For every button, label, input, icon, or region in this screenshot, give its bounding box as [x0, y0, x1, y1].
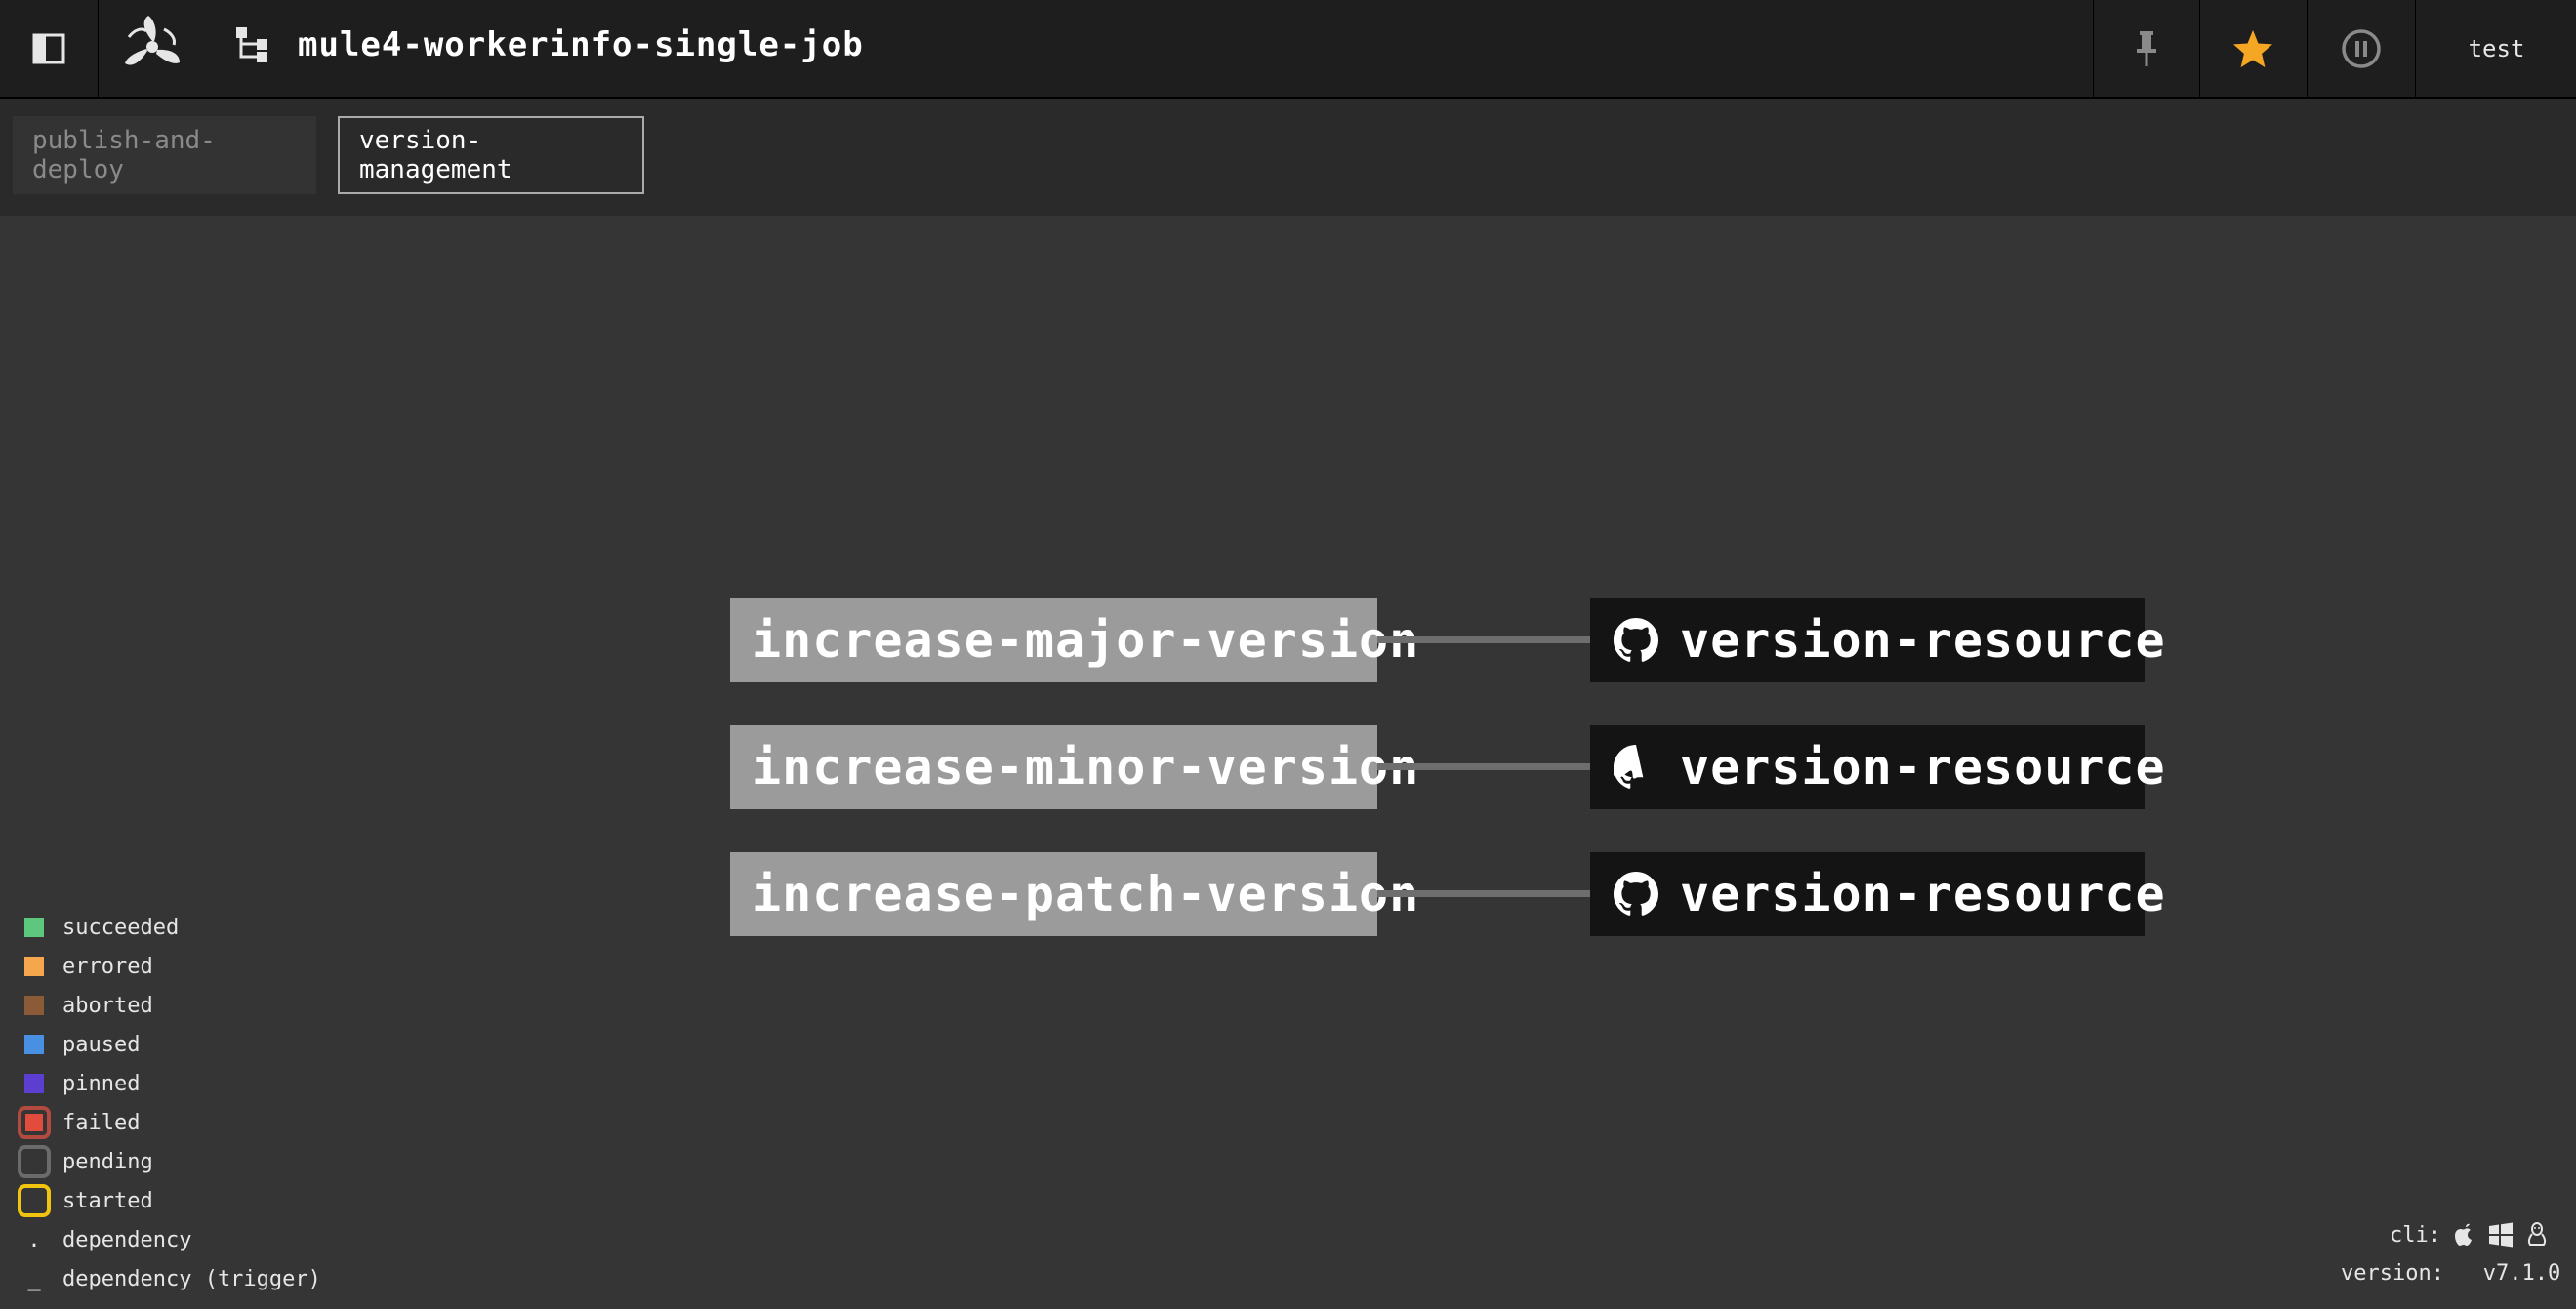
legend-label: paused [62, 1032, 141, 1057]
resource-version-resource[interactable]: version-resource [1590, 598, 2165, 682]
sidebar-toggle-button[interactable] [0, 0, 99, 97]
legend-item-succeeded: succeeded [18, 908, 321, 947]
legend-label: dependency [62, 1227, 192, 1252]
sidebar-panel-icon [32, 33, 65, 63]
favorite-button[interactable] [2199, 0, 2306, 97]
legend-label: aborted [62, 993, 153, 1018]
pause-pipeline-button[interactable] [2307, 0, 2415, 97]
pipeline-tree-icon [236, 27, 267, 62]
resource-name: version-resource [1680, 739, 2166, 796]
legend: succeeded errored aborted paused pinned … [18, 908, 321, 1298]
legend-label: started [62, 1188, 153, 1213]
status-swatch [18, 1184, 51, 1217]
status-swatch [18, 1145, 51, 1178]
resource-version-resource[interactable]: version-resource [1590, 852, 2165, 936]
legend-label: succeeded [62, 915, 180, 940]
legend-item-paused: paused [18, 1025, 321, 1064]
group-tab-publish-and-deploy[interactable]: publish-and-deploy [13, 116, 316, 194]
status-swatch [24, 957, 44, 976]
legend-item-pending: pending [18, 1142, 321, 1181]
legend-item-pinned: pinned [18, 1064, 321, 1103]
legend-label: failed [62, 1110, 141, 1135]
windows-icon[interactable] [2488, 1222, 2514, 1248]
legend-label: pinned [62, 1071, 141, 1096]
star-icon [2232, 29, 2273, 67]
concourse-propeller-icon [125, 16, 180, 65]
resource-name: version-resource [1680, 612, 2166, 669]
pin-icon [2137, 30, 2156, 66]
pipeline-graph[interactable]: increase-major-version version-resource … [0, 216, 2576, 1309]
job-name: increase-patch-version [752, 866, 1420, 922]
version-label: version: [2341, 1261, 2444, 1286]
dependency-edge [1377, 890, 1590, 897]
apple-icon[interactable] [2453, 1222, 2476, 1248]
concourse-logo[interactable] [115, 10, 189, 84]
job-name: increase-minor-version [752, 739, 1420, 796]
resource-version-resource[interactable]: version-resource [1590, 725, 2165, 809]
cli-downloads: cli: [2390, 1222, 2549, 1248]
status-swatch [18, 1106, 51, 1139]
version-value: v7.1.0 [2482, 1261, 2561, 1286]
legend-label: dependency (trigger) [62, 1266, 321, 1291]
status-swatch [24, 918, 44, 937]
github-icon [1614, 745, 1644, 789]
legend-item-started: started [18, 1181, 321, 1220]
resource-name: version-resource [1680, 866, 2166, 922]
dependency-edge [1377, 636, 1590, 643]
dependency-edge [1377, 763, 1590, 770]
legend-item-aborted: aborted [18, 986, 321, 1025]
user-menu[interactable]: test [2415, 0, 2576, 97]
top-bar: mule4-workerinfo-single-job test [0, 0, 2576, 99]
pipeline-name: mule4-workerinfo-single-job [298, 25, 864, 64]
groups-bar: publish-and-deploy version-management [0, 99, 2576, 216]
version-info: version: v7.1.0 [2341, 1261, 2560, 1286]
legend-label: errored [62, 954, 153, 979]
github-icon [1614, 618, 1658, 662]
legend-item-failed: failed [18, 1103, 321, 1142]
legend-label: pending [62, 1149, 153, 1174]
job-increase-major-version[interactable]: increase-major-version [730, 598, 1418, 682]
job-increase-patch-version[interactable]: increase-patch-version [730, 852, 1418, 936]
job-increase-minor-version[interactable]: increase-minor-version [730, 725, 1418, 809]
legend-item-errored: errored [18, 947, 321, 986]
status-swatch [24, 1074, 44, 1093]
status-swatch [24, 1035, 44, 1054]
cli-label: cli: [2390, 1222, 2441, 1248]
dependency-solid-line: _ [27, 1266, 41, 1291]
pin-button[interactable] [2093, 0, 2199, 97]
job-name: increase-major-version [752, 612, 1420, 669]
github-icon [1614, 872, 1658, 916]
status-swatch [24, 996, 44, 1015]
pause-circle-icon [2342, 28, 2381, 68]
legend-item-dependency-trigger: _ dependency (trigger) [18, 1259, 321, 1298]
dependency-dotted-line: . [27, 1227, 41, 1252]
group-tab-version-management[interactable]: version-management [338, 116, 644, 194]
legend-item-dependency: . dependency [18, 1220, 321, 1259]
linux-icon[interactable] [2525, 1222, 2549, 1248]
